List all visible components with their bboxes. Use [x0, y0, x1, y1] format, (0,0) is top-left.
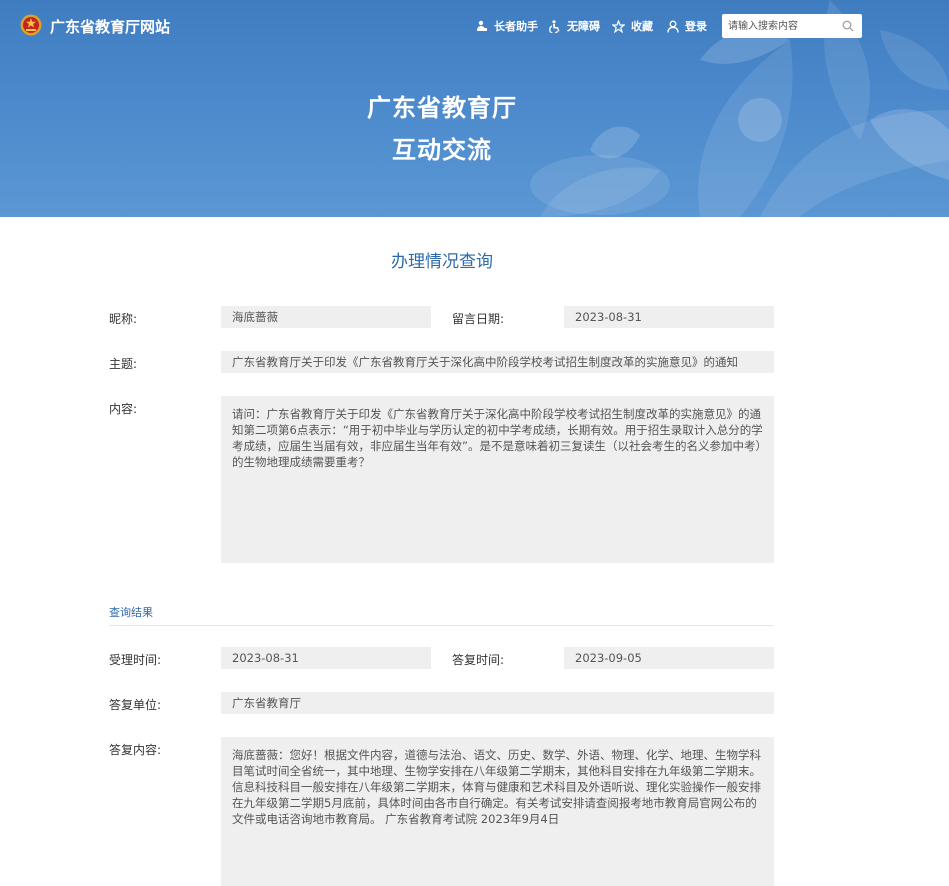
accept-time-value: 2023-08-31: [221, 647, 431, 669]
accessibility-icon: [549, 19, 560, 33]
nav-login[interactable]: 登录: [667, 18, 707, 34]
message-date-value: 2023-08-31: [564, 306, 774, 328]
message-date-label: 留言日期:: [452, 312, 505, 326]
header-banner: 广东省教育厅网站 长者助手 无障碍 收藏 登录 请输入搜索内容 广东省教育厅 互…: [0, 0, 949, 217]
nav-label: 长者助手: [494, 20, 538, 33]
reply-time-label: 答复时间:: [452, 653, 505, 667]
section-title: 办理情况查询: [391, 252, 493, 272]
reply-unit-label: 答复单位:: [109, 698, 162, 712]
content-value: 请问：广东省教育厅关于印发《广东省教育厅关于深化高中阶段学校考试招生制度改革的实…: [221, 396, 774, 563]
user-icon: [667, 20, 679, 33]
subject-value: 广东省教育厅关于印发《广东省教育厅关于深化高中阶段学校考试招生制度改革的实施意见…: [221, 351, 774, 373]
search-box: [722, 14, 862, 38]
search-icon[interactable]: [842, 20, 854, 32]
divider: [109, 625, 774, 626]
nav-label: 登录: [685, 20, 707, 33]
site-name[interactable]: 广东省教育厅网站: [50, 16, 170, 37]
national-emblem-icon[interactable]: [20, 14, 42, 36]
nickname-value: 海底蔷薇: [221, 306, 431, 328]
nav-favorite[interactable]: 收藏: [612, 18, 653, 34]
nav-elder-assist[interactable]: 长者助手: [476, 18, 538, 34]
reply-time-value: 2023-09-05: [564, 647, 774, 669]
reply-content-label: 答复内容:: [109, 743, 162, 757]
query-result-heading: 查询结果: [109, 606, 153, 619]
subject-label: 主题:: [109, 357, 138, 371]
reply-unit-value: 广东省教育厅: [221, 692, 774, 714]
accept-time-label: 受理时间:: [109, 653, 162, 667]
nav-label: 收藏: [631, 20, 653, 33]
star-icon: [612, 19, 625, 33]
content-label: 内容:: [109, 402, 138, 416]
search-input[interactable]: [728, 18, 836, 34]
banner-subtitle: 互动交流: [392, 136, 492, 164]
nav-label: 无障碍: [567, 20, 600, 33]
banner-title: 广东省教育厅: [367, 94, 517, 122]
elder-assist-icon: [477, 20, 487, 31]
reply-content-value: 海底蔷薇：您好！根据文件内容，道德与法治、语文、历史、数学、外语、物理、化学、地…: [221, 737, 774, 886]
top-navigation-bar: 广东省教育厅网站 长者助手 无障碍 收藏 登录 请输入搜索内容: [0, 0, 949, 50]
nav-accessibility[interactable]: 无障碍: [549, 18, 600, 34]
nickname-label: 昵称:: [109, 312, 138, 326]
